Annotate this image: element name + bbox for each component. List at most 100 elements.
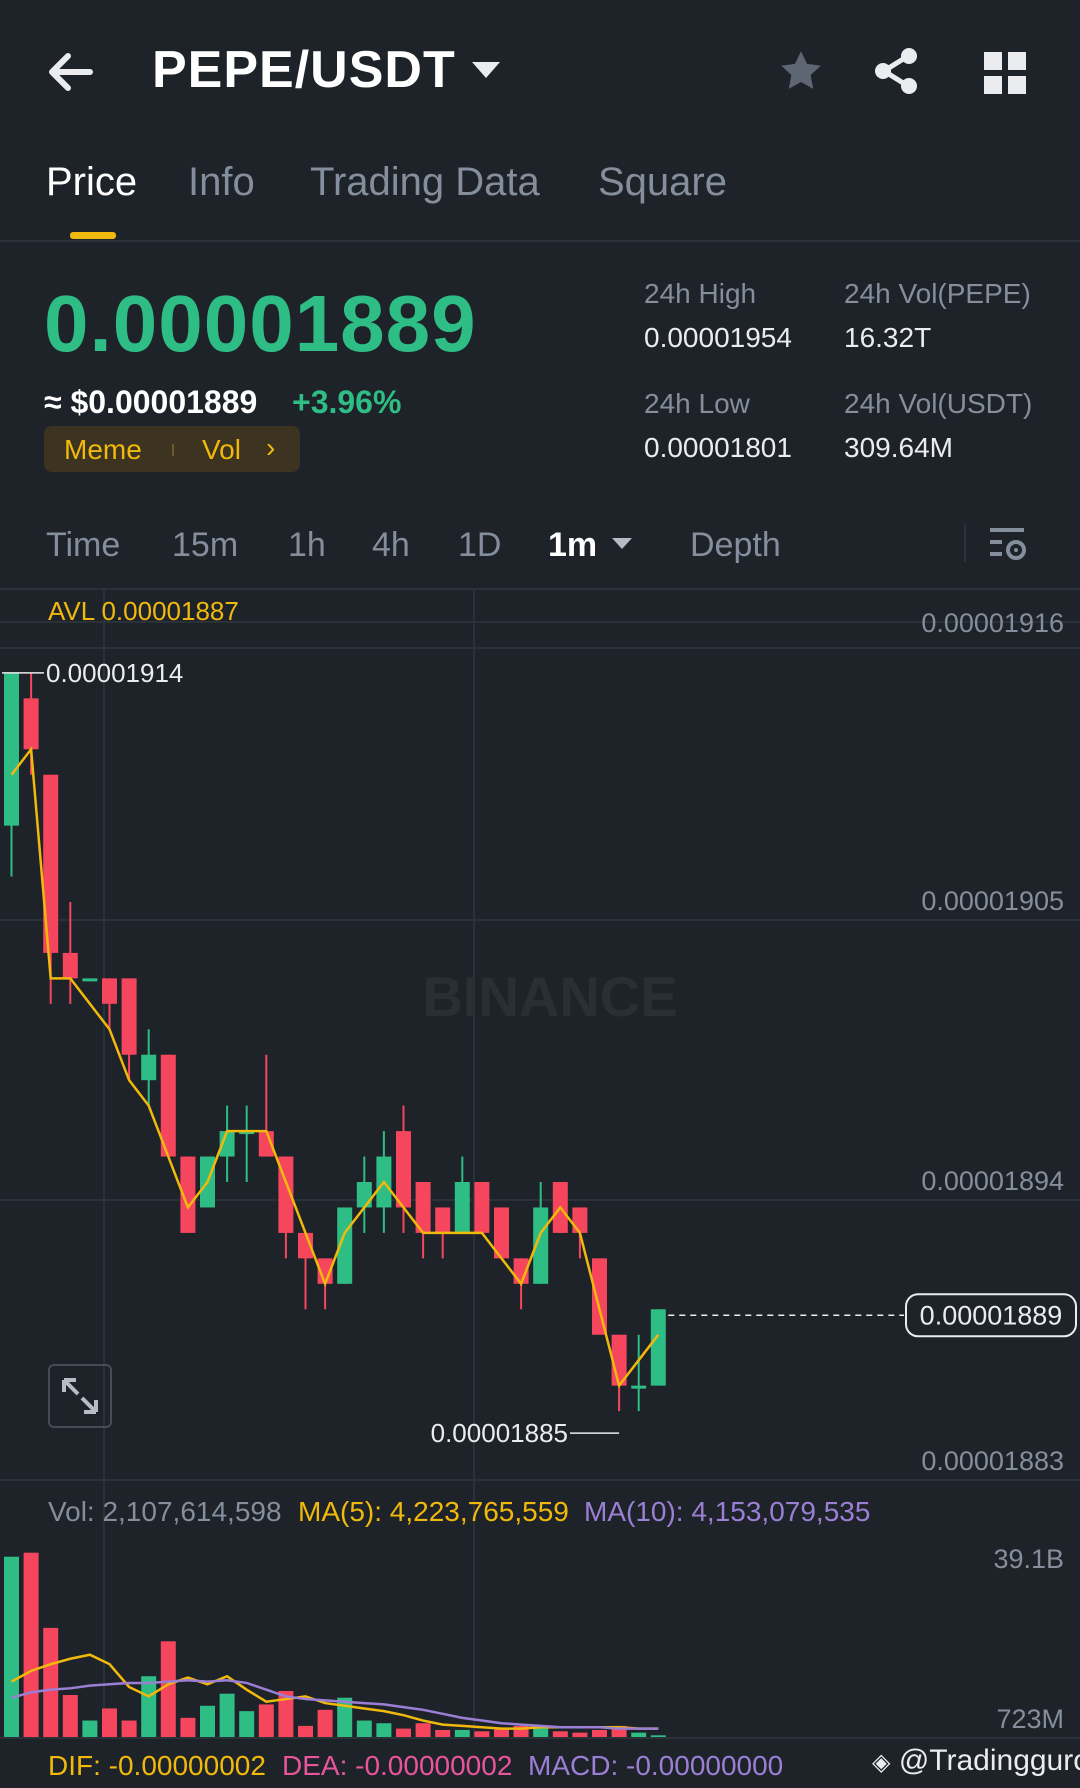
stat-24h-vol-pepe-value: 16.32T [844, 322, 932, 353]
star-icon [781, 51, 821, 89]
volume-bar [121, 1720, 137, 1738]
active-tab-indicator [70, 232, 116, 239]
candle-body [62, 952, 78, 979]
volume-ma10-label: MA(10): 4,153,079,535 [584, 1496, 871, 1527]
price-change-percent: +3.96% [292, 384, 402, 420]
volume-bar [454, 1729, 470, 1738]
volume-label: Vol: 2,107,614,598 [48, 1496, 282, 1527]
tag-pill[interactable]: Meme Vol › [44, 426, 300, 472]
tab-trading-data[interactable]: Trading Data [310, 160, 540, 205]
candlestick-chart[interactable]: BINANCE AVL 0.00001887 0.00001916 0.0000190… [0, 590, 1080, 1788]
watermark-text: @Tradingguro [898, 1744, 1080, 1777]
stat-24h-low-label: 24h Low [644, 388, 750, 419]
fullscreen-button[interactable] [48, 1364, 112, 1428]
low-marker-label: 0.00001885 [431, 1418, 568, 1448]
volume-bar [200, 1705, 215, 1738]
tab-price[interactable]: Price [46, 160, 137, 205]
candle-body [631, 1385, 647, 1389]
more-grid-button[interactable] [984, 52, 1026, 99]
usd-price: ≈ $0.00001889 [44, 384, 258, 420]
stat-24h-vol-usdt-value: 309.64M [844, 432, 953, 463]
candle-body [356, 1182, 372, 1208]
y-tick-label: 0.00001916 [921, 608, 1064, 638]
macd-dif-label: DIF: -0.00000002 [48, 1750, 266, 1781]
share-button[interactable] [872, 46, 922, 101]
macd-value-label: MACD: -0.00000000 [528, 1750, 784, 1781]
tab-square[interactable]: Square [598, 160, 727, 205]
interval-4h[interactable]: 4h [372, 526, 410, 565]
stat-24h-high-value: 0.00001954 [644, 322, 792, 353]
candle-body [121, 978, 137, 1055]
volume-bar [141, 1676, 157, 1738]
volume-ma5-label: MA(5): 4,223,765,559 [298, 1496, 569, 1527]
grid-icon [984, 52, 1026, 94]
y-tick-label: 0.00001894 [921, 1166, 1064, 1196]
volume-bar [62, 1695, 78, 1738]
volume-bar [160, 1641, 176, 1738]
expand-icon [62, 1378, 98, 1414]
candle-body [141, 1054, 157, 1081]
volume-bar [102, 1708, 117, 1738]
favorite-button[interactable] [776, 46, 826, 101]
binance-watermark: BINANCE [422, 965, 677, 1028]
interval-1m[interactable]: 1m [548, 526, 597, 565]
stat-24h-high-label: 24h High [644, 278, 757, 309]
interval-1h[interactable]: 1h [288, 526, 326, 565]
tag-meme[interactable]: Meme [64, 434, 142, 466]
last-price-label: 0.00001889 [920, 1300, 1063, 1330]
y-tick-label: 0.00001905 [921, 886, 1064, 916]
volume-bar [239, 1711, 255, 1738]
volume-bar [43, 1627, 59, 1738]
candle-body [102, 978, 117, 1004]
last-price: 0.00001889 [44, 279, 477, 368]
candle-body [23, 698, 39, 750]
volume-bar [82, 1720, 98, 1738]
volume-bar [337, 1697, 353, 1738]
candle-body [592, 1258, 607, 1335]
macd-dea-label: DEA: -0.00000002 [282, 1750, 513, 1781]
volume-bar [356, 1720, 372, 1738]
interval-1d[interactable]: 1D [458, 526, 501, 565]
candle-body [82, 978, 98, 982]
volume-bar [552, 1731, 568, 1738]
volume-bar [494, 1728, 509, 1738]
volume-bar [376, 1723, 392, 1738]
tradingguro-watermark: ◈ @Tradingguro [872, 1744, 1080, 1778]
interval-depth[interactable]: Depth [690, 526, 781, 565]
chart-settings-button[interactable] [988, 524, 1028, 569]
stat-24h-vol-usdt-label: 24h Vol(USDT) [844, 388, 1033, 419]
volume-bar [180, 1717, 196, 1738]
volume-y-tick-label: 723M [996, 1704, 1064, 1734]
pair-dropdown-icon[interactable] [472, 62, 500, 78]
volume-bar [258, 1704, 274, 1738]
candle-body [435, 1207, 451, 1233]
volume-bar [219, 1693, 235, 1738]
candle-body [572, 1207, 588, 1233]
volume-bar [317, 1709, 333, 1738]
pair-title[interactable]: PEPE/USDT [152, 40, 456, 100]
volume-bar [4, 1556, 19, 1738]
high-marker-label: 0.00001914 [46, 658, 183, 688]
stat-24h-vol-pepe-label: 24h Vol(PEPE) [844, 278, 1031, 309]
interval-15m[interactable]: 15m [172, 526, 238, 565]
stat-24h-low-value: 0.00001801 [644, 432, 792, 463]
arrow-left-icon [49, 53, 93, 91]
tag-separator [172, 444, 174, 456]
volume-bar [298, 1725, 313, 1738]
candle-body [396, 1131, 411, 1208]
candle-body [650, 1309, 666, 1386]
candle-body [4, 672, 19, 826]
volume-bar [474, 1731, 490, 1738]
volume-bar [415, 1723, 431, 1738]
candle-body [454, 1182, 470, 1233]
divider [0, 240, 1080, 242]
interval-time[interactable]: Time [46, 526, 120, 565]
tag-vol[interactable]: Vol [202, 434, 241, 466]
volume-bar [435, 1729, 451, 1738]
back-button[interactable] [42, 44, 102, 100]
tab-info[interactable]: Info [188, 160, 255, 205]
interval-dropdown-icon[interactable] [612, 538, 632, 549]
chevron-right-icon: › [266, 432, 276, 463]
binance-logo-icon: ◈ [872, 1749, 891, 1776]
volume-bar [592, 1729, 607, 1738]
